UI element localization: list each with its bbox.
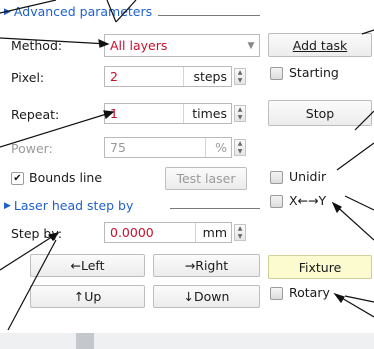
move-up-button[interactable]: ↑Up	[30, 285, 145, 308]
bounds-line-checkbox[interactable]: ✔	[11, 172, 24, 185]
section-divider	[170, 208, 260, 209]
stop-button[interactable]: Stop	[268, 100, 372, 126]
fixture-button[interactable]: Fixture	[268, 255, 372, 279]
starting-checkbox[interactable]	[270, 67, 283, 80]
move-right-button[interactable]: →Right	[153, 254, 260, 277]
checkmark-icon: ✔	[13, 172, 22, 184]
callout-line	[334, 293, 374, 318]
move-down-button[interactable]: ↓Down	[153, 285, 260, 308]
laser-head-title: Laser head step by	[13, 198, 134, 213]
section-triangle-icon: ▶	[4, 200, 11, 211]
callout-line	[336, 142, 374, 171]
step-by-value: 0.0000	[110, 225, 154, 240]
method-dropdown[interactable]: All layers ▼	[104, 34, 260, 57]
power-spin-icon[interactable]: ▲ ▼	[234, 139, 246, 156]
xy-swap-label: X←→Y	[289, 193, 327, 208]
rotary-label: Rotary	[289, 285, 330, 300]
power-value: 75	[110, 140, 126, 155]
laser-head-header: ▶ Laser head step by	[4, 198, 133, 213]
rotary-checkbox[interactable]	[270, 287, 283, 300]
add-task-button[interactable]: Add task	[268, 33, 372, 57]
pixel-field[interactable]: 2 steps	[104, 66, 232, 87]
power-label: Power:	[11, 141, 53, 156]
advanced-parameters-title: Advanced parameters	[13, 4, 153, 19]
method-value: All layers	[110, 38, 168, 53]
pixel-value: 2	[110, 69, 118, 84]
callout-arrow-icon	[333, 292, 345, 304]
callout-line	[344, 195, 374, 211]
move-left-button[interactable]: ←Left	[30, 254, 145, 277]
callout-arrow-icon	[331, 201, 342, 214]
pixel-spin-icon[interactable]: ▲ ▼	[234, 68, 246, 85]
pixel-label: Pixel:	[11, 70, 45, 85]
unidir-label: Unidir	[289, 169, 327, 184]
repeat-spin-icon[interactable]: ▲ ▼	[234, 105, 246, 122]
step-by-field[interactable]: 0.0000 mm	[104, 222, 232, 243]
repeat-field[interactable]: 1 times	[104, 103, 232, 124]
step-by-label: Step by:	[11, 226, 63, 241]
step-by-spin-icon[interactable]: ▲ ▼	[234, 224, 246, 241]
callout-line	[344, 295, 374, 303]
repeat-unit: times	[183, 104, 231, 123]
test-laser-button[interactable]: Test laser	[165, 167, 247, 190]
bottom-frame	[0, 333, 374, 349]
repeat-value: 1	[110, 106, 118, 121]
section-divider	[158, 15, 260, 16]
chevron-down-icon: ▼	[247, 40, 255, 51]
pixel-unit: steps	[183, 67, 231, 86]
power-unit: %	[205, 138, 231, 157]
callout-line	[332, 202, 374, 241]
power-field[interactable]: 75 %	[104, 137, 232, 158]
section-triangle-icon: ▶	[4, 6, 11, 17]
starting-label: Starting	[289, 65, 339, 80]
scroll-thumb	[76, 333, 94, 349]
unidir-checkbox[interactable]	[270, 171, 283, 184]
xy-swap-checkbox[interactable]	[270, 195, 283, 208]
bounds-line-label: Bounds line	[29, 170, 103, 185]
add-task-label: Add task	[292, 37, 348, 53]
repeat-label: Repeat:	[11, 107, 60, 122]
step-by-unit: mm	[195, 223, 231, 242]
method-label: Method:	[11, 38, 63, 53]
advanced-parameters-header: ▶ Advanced parameters	[4, 4, 152, 19]
